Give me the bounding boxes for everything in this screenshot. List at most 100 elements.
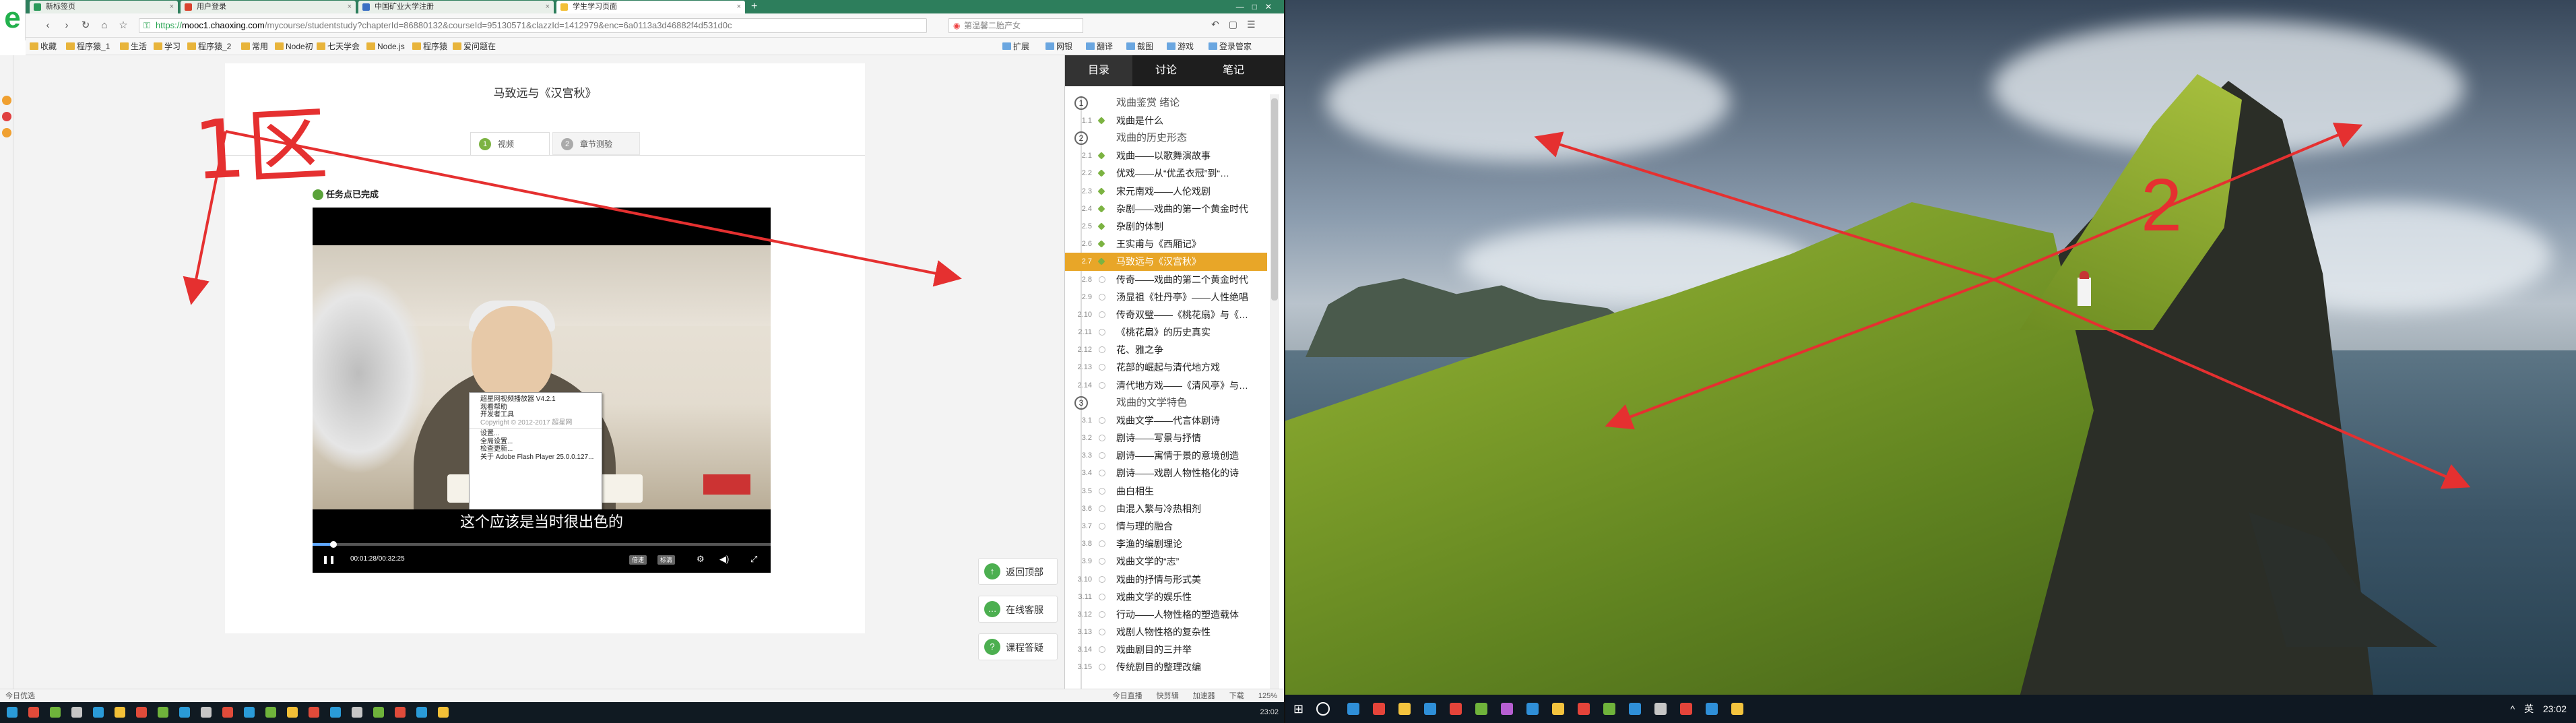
outline-section[interactable]: 1 戏曲鉴赏 绪论 (1065, 94, 1267, 112)
menu-item-help[interactable]: 观看帮助 (470, 404, 602, 412)
scrollbar[interactable] (1270, 94, 1279, 689)
taskbar-app-icon[interactable] (1424, 703, 1436, 715)
lesson-item[interactable]: 3.6 由混入繁与冷热相剂 (1065, 500, 1267, 517)
zoom-level[interactable]: 125% (1258, 692, 1277, 700)
quality-button[interactable]: 标清 (657, 555, 676, 565)
bookmark-item[interactable]: 常用 (241, 40, 268, 53)
taskbar-app-icon[interactable] (115, 707, 125, 718)
taskbar-app-icon[interactable] (1731, 703, 1743, 715)
status-left[interactable]: 今日优选 (5, 689, 35, 703)
pause-icon[interactable]: ❚❚ (322, 546, 335, 573)
lesson-item[interactable]: 3.11 戏曲文学的娱乐性 (1065, 588, 1267, 606)
status-item[interactable]: 加速器 (1193, 692, 1215, 700)
lesson-item[interactable]: 3.13 戏剧人物性格的复杂性 (1065, 623, 1267, 641)
sidebar-app-icon[interactable] (2, 96, 11, 105)
settings-icon[interactable]: ⚙ (697, 546, 705, 573)
tab-close-icon[interactable]: × (737, 1, 741, 13)
taskbar-app-icon[interactable] (93, 707, 104, 718)
taskbar-app-icon[interactable] (222, 707, 233, 718)
status-item[interactable]: 下载 (1229, 692, 1244, 700)
bookmark-item[interactable]: 程序猿 (412, 40, 447, 53)
course-qa-button[interactable]: ? 课程答疑 (978, 633, 1058, 660)
taskbar-app-icon[interactable] (330, 707, 341, 718)
tab-study-page[interactable]: 学生学习页面 × (556, 1, 745, 13)
bookmark-item[interactable]: 截图 (1126, 40, 1153, 53)
lesson-item[interactable]: 3.9 戏曲文学的“志” (1065, 553, 1267, 570)
lesson-item[interactable]: 2.13 花部的崛起与清代地方戏 (1065, 358, 1267, 376)
taskbar-app-icon[interactable] (28, 707, 39, 718)
lesson-item[interactable]: 2.4 杂剧——戏曲的第一个黄金时代 (1065, 200, 1267, 218)
bookmark-item[interactable]: 网银 (1045, 40, 1072, 53)
bookmark-item[interactable]: 程序猿_2 (187, 40, 231, 53)
tab-close-icon[interactable]: × (170, 1, 174, 13)
clock[interactable]: 23:02 (2543, 703, 2567, 714)
back-to-top-button[interactable]: ↑ 返回顶部 (978, 558, 1058, 585)
lesson-item[interactable]: 2.3 宋元南戏——人伦戏剧 (1065, 183, 1267, 200)
taskbar-app-icon[interactable] (179, 707, 190, 718)
lesson-item[interactable]: 2.5 杂剧的体制 (1065, 218, 1267, 235)
bookmark-item[interactable]: 翻译 (1086, 40, 1113, 53)
bookmark-item[interactable]: 游戏 (1167, 40, 1194, 53)
lesson-item[interactable]: 3.1 戏曲文学——代言体剧诗 (1065, 412, 1267, 429)
window-controls[interactable]: —□✕ (1236, 0, 1280, 13)
taskbar-app-icon[interactable] (1450, 703, 1462, 715)
tab-discussion[interactable]: 讨论 (1132, 55, 1200, 86)
taskbar-app-icon[interactable] (309, 707, 319, 718)
search-input[interactable]: ◉ 第温馨二胎产女 (948, 18, 1083, 33)
bookmark-item[interactable]: 扩展 (1002, 40, 1029, 53)
status-item[interactable]: 今日直播 (1113, 692, 1142, 700)
lesson-item[interactable]: 3.5 曲白相生 (1065, 482, 1267, 500)
lesson-item[interactable]: 2.10 传奇双璧——《桃花扇》与《… (1065, 306, 1267, 323)
taskbar-app-icon[interactable] (438, 707, 449, 718)
home-icon[interactable]: ⌂ (97, 19, 112, 32)
tab-close-icon[interactable]: × (348, 1, 352, 13)
bookmark-item[interactable]: Node初 (275, 40, 313, 53)
lesson-item[interactable]: 3.8 李渔的编剧理论 (1065, 535, 1267, 553)
bookmark-item[interactable]: Node.js (366, 40, 405, 53)
url-input[interactable]: ⚿ https://mooc1.chaoxing.com/mycourse/stu… (139, 18, 927, 33)
taskbar-app-icon[interactable] (50, 707, 61, 718)
menu-item-devtools[interactable]: 开发者工具 (470, 411, 602, 419)
lesson-item[interactable]: 2.9 汤显祖《牡丹亭》——人性绝唱 (1065, 288, 1267, 306)
browser-toolbar-icons[interactable]: ↶▢☰ (1211, 19, 1265, 30)
status-item[interactable]: 快剪辑 (1157, 692, 1179, 700)
taskbar-app-icon[interactable] (373, 707, 384, 718)
tab-new-tab[interactable]: 新标签页 × (30, 1, 178, 13)
taskbar-app-icon[interactable] (136, 707, 147, 718)
lesson-item-current[interactable]: 2.7 马致远与《汉宫秋》 (1065, 253, 1267, 271)
taskbar-app-icon[interactable] (1373, 703, 1385, 715)
lesson-item[interactable]: 2.14 清代地方戏——《清风亭》与… (1065, 377, 1267, 394)
taskbar-app-icon[interactable] (1680, 703, 1692, 715)
lesson-item[interactable]: 3.7 情与理的融合 (1065, 517, 1267, 535)
new-tab-button[interactable]: + (751, 0, 757, 13)
taskbar-app-icon[interactable] (352, 707, 362, 718)
lesson-item[interactable]: 3.12 行动——人物性格的塑造载体 (1065, 606, 1267, 623)
clock[interactable]: 23:02 (1260, 702, 1279, 723)
taskbar-app-icon[interactable] (1501, 703, 1513, 715)
taskbar-app-icon[interactable] (1526, 703, 1539, 715)
outline-section[interactable]: 3 戏曲的文学特色 (1065, 394, 1267, 412)
back-icon[interactable]: ‹ (40, 19, 55, 32)
menu-item-about-flash[interactable]: 关于 Adobe Flash Player 25.0.0.127... (470, 453, 602, 462)
taskbar-app-icon[interactable] (7, 707, 18, 718)
video-player[interactable]: 超星网视频播放器 V4.2.1 观看帮助 开发者工具 Copyright © 2… (313, 208, 771, 573)
menu-item-global-settings[interactable]: 全局设置... (470, 438, 602, 446)
lesson-item[interactable]: 3.4 剧诗——戏剧人物性格化的诗 (1065, 464, 1267, 482)
tab-chapter-test[interactable]: 2 章节测验 (552, 132, 640, 155)
bookmark-star-icon[interactable]: ☆ (116, 19, 131, 32)
taskbar-app-icon[interactable] (201, 707, 212, 718)
tab-user-login[interactable]: 用户登录 × (181, 1, 356, 13)
outline-section[interactable]: 2 戏曲的历史形态 (1065, 129, 1267, 147)
taskbar-app-icon[interactable] (244, 707, 255, 718)
lesson-item[interactable]: 2.1 戏曲——以歌舞演故事 (1065, 147, 1267, 164)
bookmark-item[interactable]: 程序猿_1 (66, 40, 110, 53)
speed-button[interactable]: 倍速 (629, 555, 647, 565)
lesson-item[interactable]: 1.1 戏曲是什么 (1065, 112, 1267, 129)
taskbar-app-icon[interactable] (287, 707, 298, 718)
menu-item-settings[interactable]: 设置... (470, 428, 602, 438)
lesson-item[interactable]: 3.3 剧诗——寓情于景的意境创造 (1065, 447, 1267, 464)
video-frame[interactable]: 超星网视频播放器 V4.2.1 观看帮助 开发者工具 Copyright © 2… (313, 245, 771, 509)
taskbar-app-icon[interactable] (265, 707, 276, 718)
bookmark-item[interactable]: 收藏 (30, 40, 57, 53)
menu-item-player-version[interactable]: 超星网视频播放器 V4.2.1 (470, 396, 602, 404)
